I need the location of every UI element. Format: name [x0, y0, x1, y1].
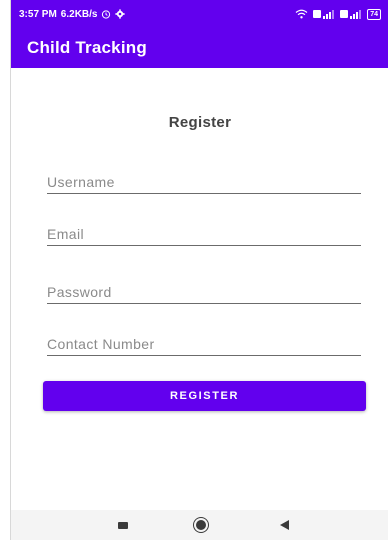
battery-icon: 74 — [367, 8, 381, 20]
status-bar: 3:57 PM 6.2KB/s 74 — [11, 0, 388, 28]
status-time: 3:57 PM — [19, 8, 57, 20]
alarm-icon — [102, 10, 111, 19]
settings-icon — [115, 9, 126, 19]
wifi-icon — [295, 9, 308, 19]
phone-screen: 3:57 PM 6.2KB/s 74 Child Tracking Regist… — [10, 0, 388, 540]
recent-apps-button[interactable] — [117, 519, 129, 531]
contact-number-input[interactable] — [47, 333, 361, 355]
signal-icon-2 — [340, 10, 362, 19]
home-button[interactable] — [193, 517, 209, 533]
register-button[interactable]: REGISTER — [43, 381, 366, 411]
username-input[interactable] — [47, 171, 361, 193]
email-field-wrapper — [47, 223, 361, 246]
home-icon — [196, 520, 206, 530]
status-right: 74 — [295, 8, 381, 20]
username-field-wrapper — [47, 171, 361, 194]
battery-level: 74 — [370, 10, 378, 18]
recent-apps-icon — [118, 521, 128, 529]
app-title: Child Tracking — [27, 38, 147, 57]
password-field-wrapper — [47, 281, 361, 304]
back-button[interactable] — [277, 519, 291, 531]
back-icon — [279, 520, 289, 530]
register-heading: Register — [168, 114, 232, 131]
status-speed: 6.2KB/s — [60, 8, 98, 20]
password-input[interactable] — [47, 281, 361, 303]
status-left: 3:57 PM 6.2KB/s — [19, 8, 126, 20]
system-nav-bar — [11, 510, 388, 540]
contact-field-wrapper — [47, 333, 361, 356]
signal-icon — [313, 10, 335, 19]
register-form: Register REGISTER — [11, 68, 388, 510]
email-input[interactable] — [47, 223, 361, 245]
app-bar: Child Tracking — [11, 28, 388, 68]
